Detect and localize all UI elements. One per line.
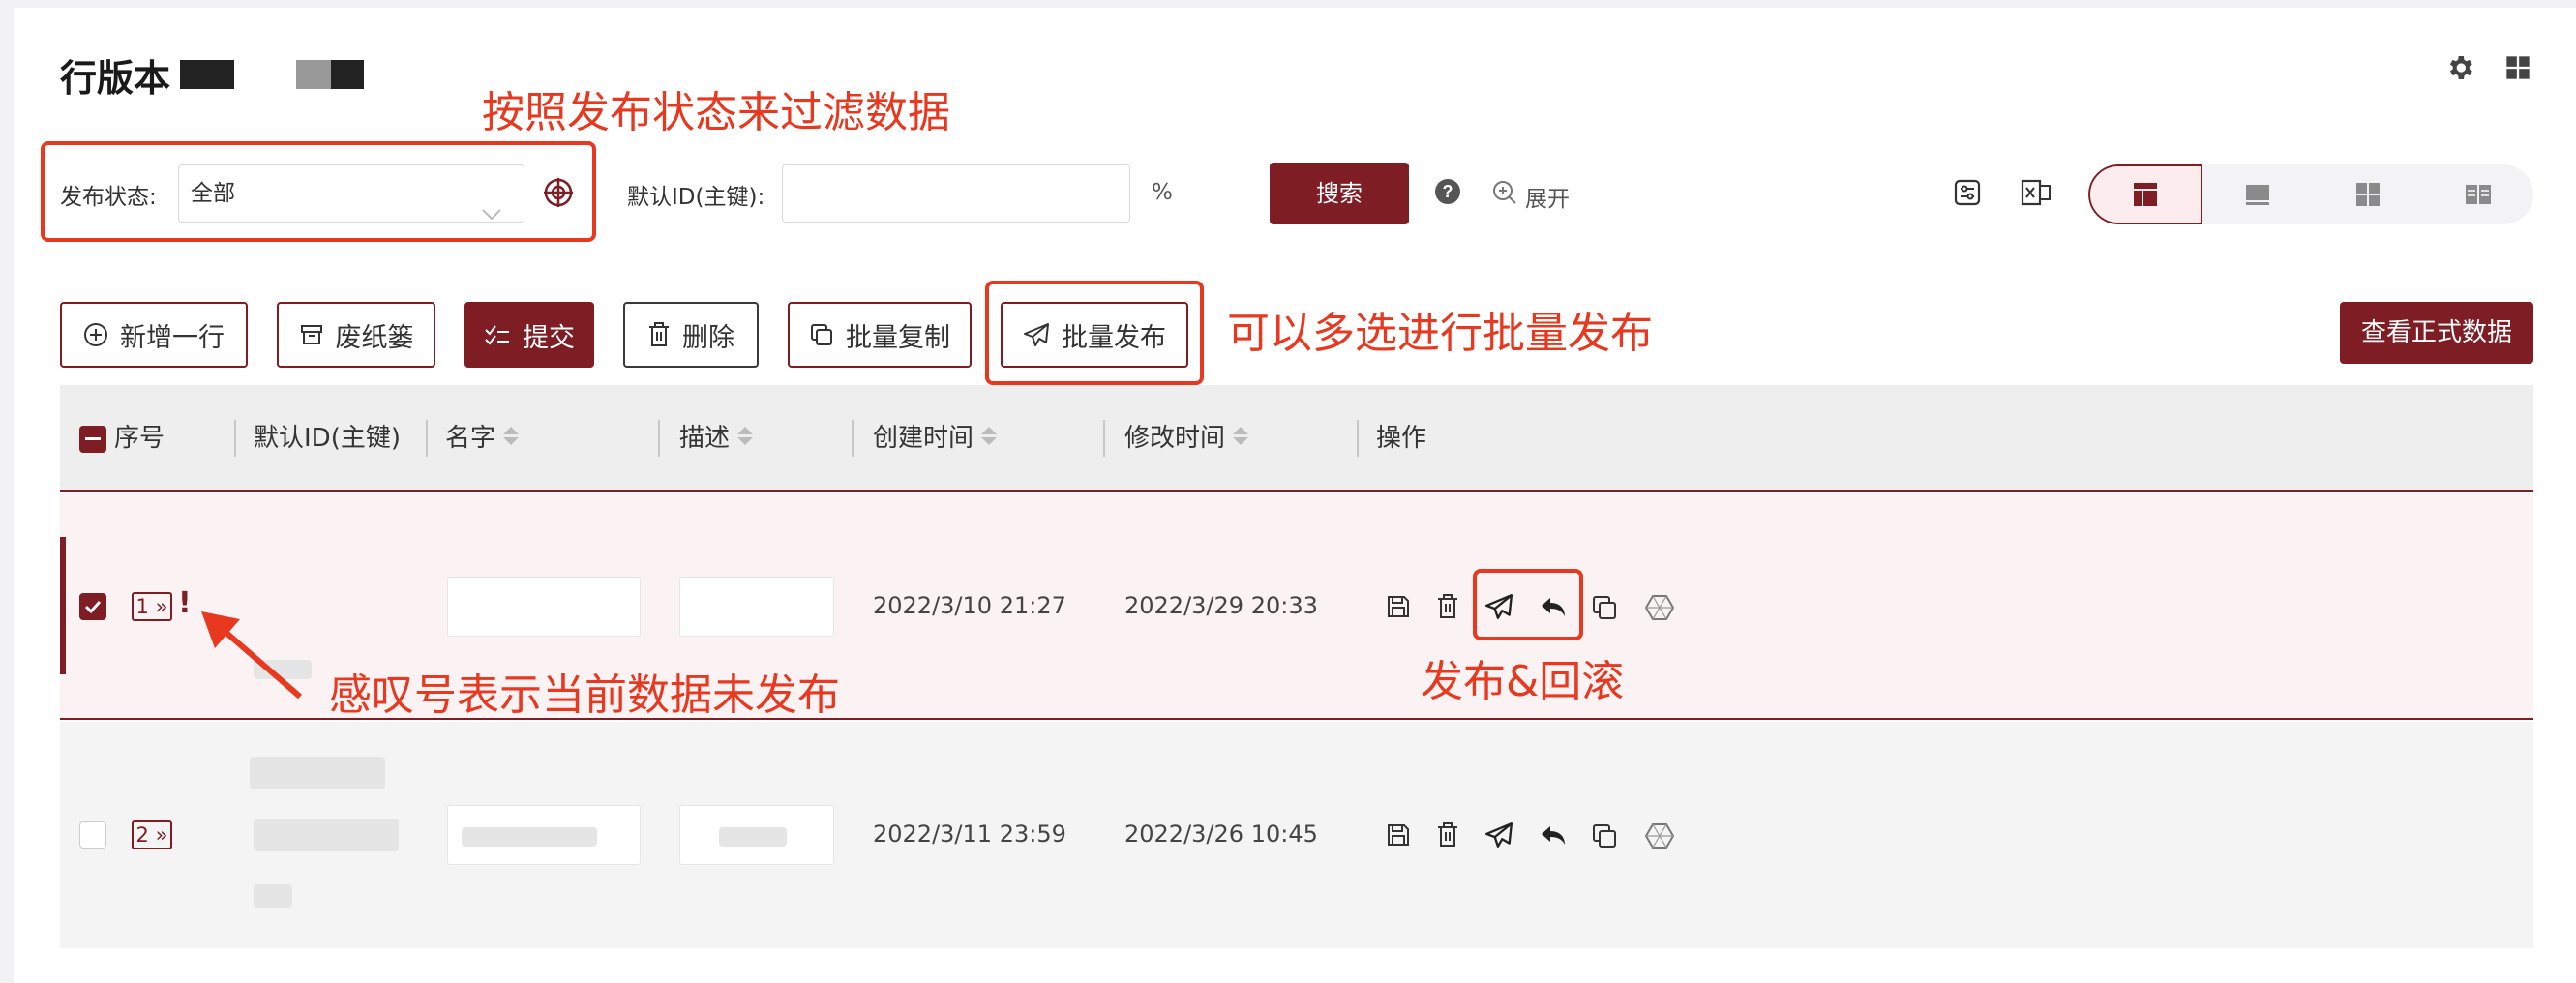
submit-label: 提交 — [523, 322, 575, 353]
column-divider — [1103, 420, 1105, 457]
add-row-label: 新增一行 — [120, 322, 225, 353]
column-header-index: 序号 — [114, 424, 165, 453]
redacted-description — [719, 827, 787, 847]
help-question-icon[interactable]: ? — [1434, 178, 1461, 205]
redacted-title-block — [331, 60, 364, 89]
modified-time: 2022/3/26 10:45 — [1124, 820, 1318, 848]
column-divider — [426, 420, 428, 457]
description-cell-redacted — [679, 805, 834, 865]
annotation-unpublished-note: 感叹号表示当前数据未发布 — [329, 670, 840, 720]
save-icon[interactable] — [1386, 822, 1411, 851]
search-button[interactable]: 搜索 — [1270, 163, 1409, 224]
redacted-id — [250, 757, 385, 789]
delete-button[interactable]: 删除 — [623, 302, 759, 368]
column-header-name[interactable]: 名字 — [445, 418, 520, 454]
unpublished-mark: ! — [178, 586, 192, 620]
hexagon-node-icon[interactable] — [1644, 594, 1675, 625]
name-cell-redacted — [447, 577, 641, 637]
redacted-id — [254, 884, 292, 908]
annotation-box-batch-publish — [985, 281, 1204, 385]
save-icon[interactable] — [1386, 594, 1411, 623]
column-divider — [852, 420, 854, 457]
view-grid-layout-icon[interactable] — [2313, 164, 2423, 224]
selected-row-indicator — [60, 537, 66, 674]
plus-circle-icon — [84, 323, 107, 346]
annotation-box-filter — [41, 141, 596, 242]
name-cell-redacted — [447, 805, 641, 865]
trash-icon — [649, 322, 669, 346]
batch-copy-label: 批量复制 — [846, 322, 950, 353]
annotation-box-publish-rollback — [1473, 569, 1583, 640]
duplicate-icon[interactable] — [1591, 594, 1618, 625]
view-sidebar-layout-icon[interactable] — [2088, 164, 2202, 224]
wastebasket-button[interactable]: 废纸篓 — [277, 302, 435, 368]
submit-button[interactable]: 提交 — [464, 302, 594, 368]
default-id-input[interactable] — [782, 164, 1130, 223]
svg-text:?: ? — [1443, 182, 1453, 201]
description-cell-redacted — [679, 577, 834, 637]
select-all-checkbox[interactable] — [79, 426, 106, 453]
table-row[interactable]: 2 » 2022/3/11 23:59 2022/3/26 10:45 — [60, 722, 2533, 948]
archive-box-icon — [300, 325, 322, 344]
default-id-label: 默认ID(主键): — [627, 185, 765, 210]
column-divider — [1357, 420, 1359, 457]
sort-icon[interactable] — [503, 427, 520, 445]
row-checkbox[interactable] — [79, 821, 106, 849]
sort-icon[interactable] — [737, 427, 754, 445]
view-mode-toggle — [2088, 164, 2533, 224]
wastebasket-label: 废纸篓 — [335, 322, 414, 353]
filter-settings-icon[interactable] — [1953, 178, 1982, 207]
excel-export-icon[interactable] — [2021, 178, 2052, 207]
copy-icon — [811, 324, 832, 345]
row-checkbox[interactable] — [79, 593, 106, 620]
apps-grid-icon[interactable] — [2504, 54, 2531, 81]
sort-icon[interactable] — [981, 427, 998, 445]
column-header-actions: 操作 — [1376, 424, 1427, 453]
column-header-modified[interactable]: 修改时间 — [1124, 418, 1249, 454]
annotation-batch-note: 可以多选进行批量发布 — [1227, 309, 1653, 358]
column-divider — [234, 420, 236, 457]
trash-icon[interactable] — [1436, 822, 1459, 851]
settings-gear-icon[interactable] — [2444, 52, 2475, 83]
column-divider — [658, 420, 660, 457]
redacted-id — [254, 819, 399, 851]
annotation-arrow — [201, 611, 302, 700]
row-index-expand[interactable]: 2 » — [132, 820, 172, 849]
column-header-description[interactable]: 描述 — [679, 418, 754, 454]
duplicate-icon[interactable] — [1591, 822, 1618, 853]
batch-copy-button[interactable]: 批量复制 — [788, 302, 972, 368]
view-list-layout-icon[interactable] — [2202, 164, 2313, 224]
rollback-reply-icon[interactable] — [1539, 822, 1568, 851]
zoom-in-icon[interactable] — [1492, 180, 1517, 205]
checklist-icon — [485, 325, 509, 345]
hexagon-node-icon[interactable] — [1644, 822, 1675, 853]
annotation-filter-note: 按照发布状态来过滤数据 — [482, 88, 950, 137]
created-time: 2022/3/11 23:59 — [873, 820, 1066, 848]
redacted-name — [462, 827, 597, 847]
annotation-publish-rollback-note: 发布&回滚 — [1421, 657, 1625, 706]
column-header-created[interactable]: 创建时间 — [873, 418, 998, 454]
created-time: 2022/3/10 21:27 — [873, 592, 1066, 619]
redacted-title-block — [180, 60, 234, 89]
trash-icon[interactable] — [1436, 594, 1459, 623]
redacted-title-block — [296, 60, 331, 89]
view-official-data-button[interactable]: 查看正式数据 — [2340, 302, 2533, 364]
publish-paper-plane-icon[interactable] — [1484, 820, 1513, 853]
view-card-layout-icon[interactable] — [2423, 164, 2533, 224]
column-header-default-id: 默认ID(主键) — [254, 424, 401, 453]
page-title: 行版本 — [60, 57, 171, 100]
sort-icon[interactable] — [1233, 427, 1249, 445]
row-index-expand[interactable]: 1 » — [132, 592, 172, 621]
table-header: 序号 默认ID(主键) 名字 描述 创建时间 修改时间 操作 — [60, 385, 2533, 492]
delete-label: 删除 — [682, 322, 734, 353]
percent-sign: % — [1152, 180, 1173, 205]
modified-time: 2022/3/29 20:33 — [1124, 592, 1318, 619]
add-row-button[interactable]: 新增一行 — [60, 302, 248, 368]
expand-link[interactable]: 展开 — [1525, 180, 1570, 213]
